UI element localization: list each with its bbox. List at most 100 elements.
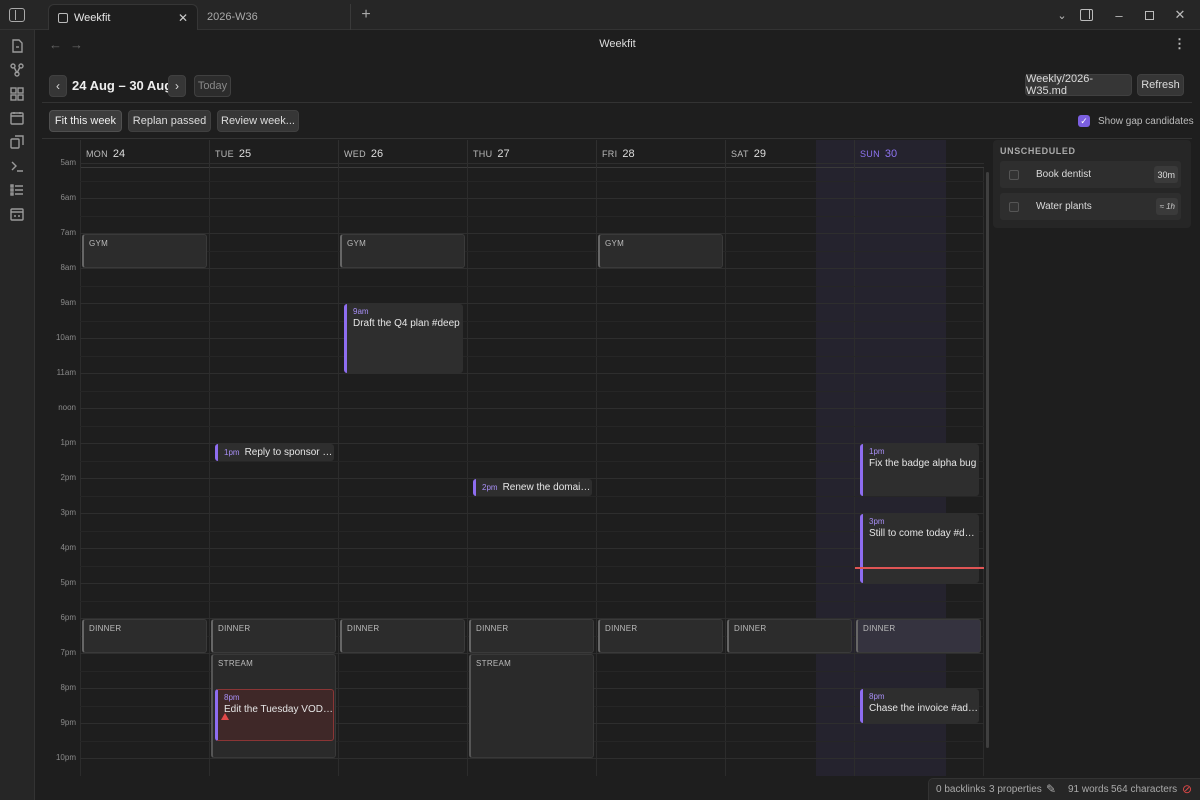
- time-label: 11am: [56, 368, 76, 377]
- task-checkbox[interactable]: [1009, 170, 1019, 180]
- day-date: 28: [622, 148, 635, 160]
- time-block-gym: GYM: [598, 234, 723, 268]
- event[interactable]: 1pm Reply to sponsor e...: [215, 444, 334, 461]
- event-time: 1pm: [224, 447, 240, 457]
- tab-weekfit[interactable]: Weekfit ✕: [48, 4, 198, 30]
- unscheduled-item[interactable]: Book dentist 30m: [1000, 161, 1181, 188]
- calendar-check-icon[interactable]: [9, 206, 25, 222]
- today-button[interactable]: Today: [194, 75, 231, 97]
- half-hour-line: [80, 600, 984, 602]
- time-label: 4pm: [60, 543, 76, 552]
- character-count: 564 characters: [1111, 784, 1178, 795]
- half-hour-line: [80, 285, 984, 287]
- maximize-icon[interactable]: [1134, 0, 1164, 30]
- grid-icon[interactable]: [9, 86, 25, 102]
- terminal-icon[interactable]: [9, 158, 25, 174]
- half-hour-line: [80, 565, 984, 567]
- unscheduled-panel: UNSCHEDULED Book dentist 30m Water plant…: [993, 140, 1191, 228]
- app-window: Weekfit ✕ 2026-W36 + ⌄ – ✕ ← → Weekfit ⋮…: [0, 0, 1200, 800]
- calendar-icon[interactable]: [9, 110, 25, 126]
- time-label: 8am: [60, 263, 76, 272]
- edit-pencil-icon[interactable]: ✎: [1046, 782, 1056, 796]
- day-date: 26: [370, 148, 384, 160]
- properties-count[interactable]: 3 properties: [989, 784, 1042, 795]
- day-name: MON: [86, 149, 108, 159]
- time-label: 1pm: [60, 438, 76, 447]
- event-title: Chase the invoice #admin: [869, 703, 979, 714]
- day-date: 30: [884, 148, 898, 160]
- view-title: Weekfit: [599, 38, 636, 50]
- prev-week-button[interactable]: ‹: [49, 75, 67, 97]
- review-week-button[interactable]: Review week...: [217, 110, 299, 132]
- time-block-dinner: DINNER: [211, 619, 336, 653]
- hour-line: [80, 338, 984, 339]
- half-hour-line: [80, 250, 984, 252]
- event-title: Renew the domain ...: [502, 481, 592, 493]
- day-name: TUE: [215, 149, 234, 159]
- sync-status-icon[interactable]: ⊘: [1182, 782, 1192, 796]
- event-time: 8pm: [224, 693, 240, 702]
- day-date: 29: [753, 148, 766, 160]
- right-sidebar-toggle-icon[interactable]: [1071, 0, 1101, 30]
- event[interactable]: 9am Draft the Q4 plan #deep: [344, 304, 463, 373]
- event[interactable]: 8pm Chase the invoice #admin: [860, 689, 979, 723]
- minimize-icon[interactable]: –: [1104, 0, 1134, 30]
- weekly-note-button[interactable]: Weekly/2026-W35.md: [1025, 73, 1132, 97]
- file-icon[interactable]: [9, 38, 25, 54]
- title-bar: Weekfit ✕ 2026-W36 + ⌄ – ✕: [0, 0, 1200, 30]
- event-title: Reply to sponsor e...: [244, 446, 334, 458]
- time-label: 9am: [60, 298, 76, 307]
- half-hour-line: [80, 495, 984, 497]
- divider: [42, 138, 1192, 139]
- day-name: WED: [344, 149, 366, 159]
- event[interactable]: 2pm Renew the domain ...: [473, 479, 592, 496]
- refresh-button[interactable]: Refresh: [1137, 74, 1184, 96]
- event[interactable]: 8pm Edit the Tuesday VOD ...: [215, 689, 334, 741]
- backlinks-count[interactable]: 0 backlinks: [936, 784, 985, 795]
- hour-line: [80, 758, 984, 759]
- event-title: Still to come today #deep: [869, 528, 979, 539]
- event-time: 3pm: [869, 517, 885, 526]
- graph-icon[interactable]: [9, 62, 25, 78]
- show-gap-candidates-label: Show gap candidates: [1098, 116, 1194, 127]
- copy-icon[interactable]: [9, 134, 25, 150]
- event-title: Fix the badge alpha bug: [869, 458, 977, 469]
- half-hour-line: [80, 530, 984, 532]
- time-label: 3pm: [60, 508, 76, 517]
- hour-line: [80, 163, 984, 164]
- time-label: noon: [58, 403, 76, 412]
- day-column-divider: [338, 168, 339, 776]
- more-options-icon[interactable]: ⋮: [1173, 36, 1186, 52]
- vertical-scrollbar[interactable]: [986, 172, 989, 748]
- hour-line: [80, 513, 984, 514]
- hour-line: [80, 583, 984, 584]
- hour-line: [80, 233, 984, 234]
- time-label: 9pm: [60, 718, 76, 727]
- close-icon[interactable]: ✕: [177, 11, 189, 25]
- day-name: SAT: [731, 149, 749, 159]
- close-window-icon[interactable]: ✕: [1165, 0, 1195, 30]
- fit-this-week-button[interactable]: Fit this week: [49, 110, 122, 132]
- hour-line: [80, 198, 984, 199]
- time-label: 10pm: [55, 753, 76, 762]
- replan-passed-button[interactable]: Replan passed: [128, 110, 211, 132]
- event-title: Edit the Tuesday VOD ...: [224, 704, 333, 715]
- tab-2026-w36[interactable]: 2026-W36: [199, 4, 351, 30]
- unscheduled-item[interactable]: Water plants ≈ 1h: [1000, 193, 1181, 220]
- sidebar-toggle-icon[interactable]: [9, 8, 25, 22]
- new-tab-icon[interactable]: +: [358, 5, 374, 25]
- half-hour-line: [80, 180, 984, 182]
- task-checkbox[interactable]: [1009, 202, 1019, 212]
- list-icon[interactable]: [9, 182, 25, 198]
- half-hour-line: [80, 460, 984, 462]
- time-block-dinner: DINNER: [340, 619, 465, 653]
- hour-line: [80, 373, 984, 374]
- show-gap-candidates-checkbox[interactable]: ✓: [1078, 115, 1090, 127]
- time-block-dinner: DINNER: [598, 619, 723, 653]
- event[interactable]: 1pm Fix the badge alpha bug: [860, 444, 979, 496]
- event[interactable]: 3pm Still to come today #deep: [860, 514, 979, 583]
- day-column-divider: [80, 168, 81, 776]
- ribbon: [0, 30, 35, 800]
- next-week-button[interactable]: ›: [168, 75, 186, 97]
- time-block-gym: GYM: [340, 234, 465, 268]
